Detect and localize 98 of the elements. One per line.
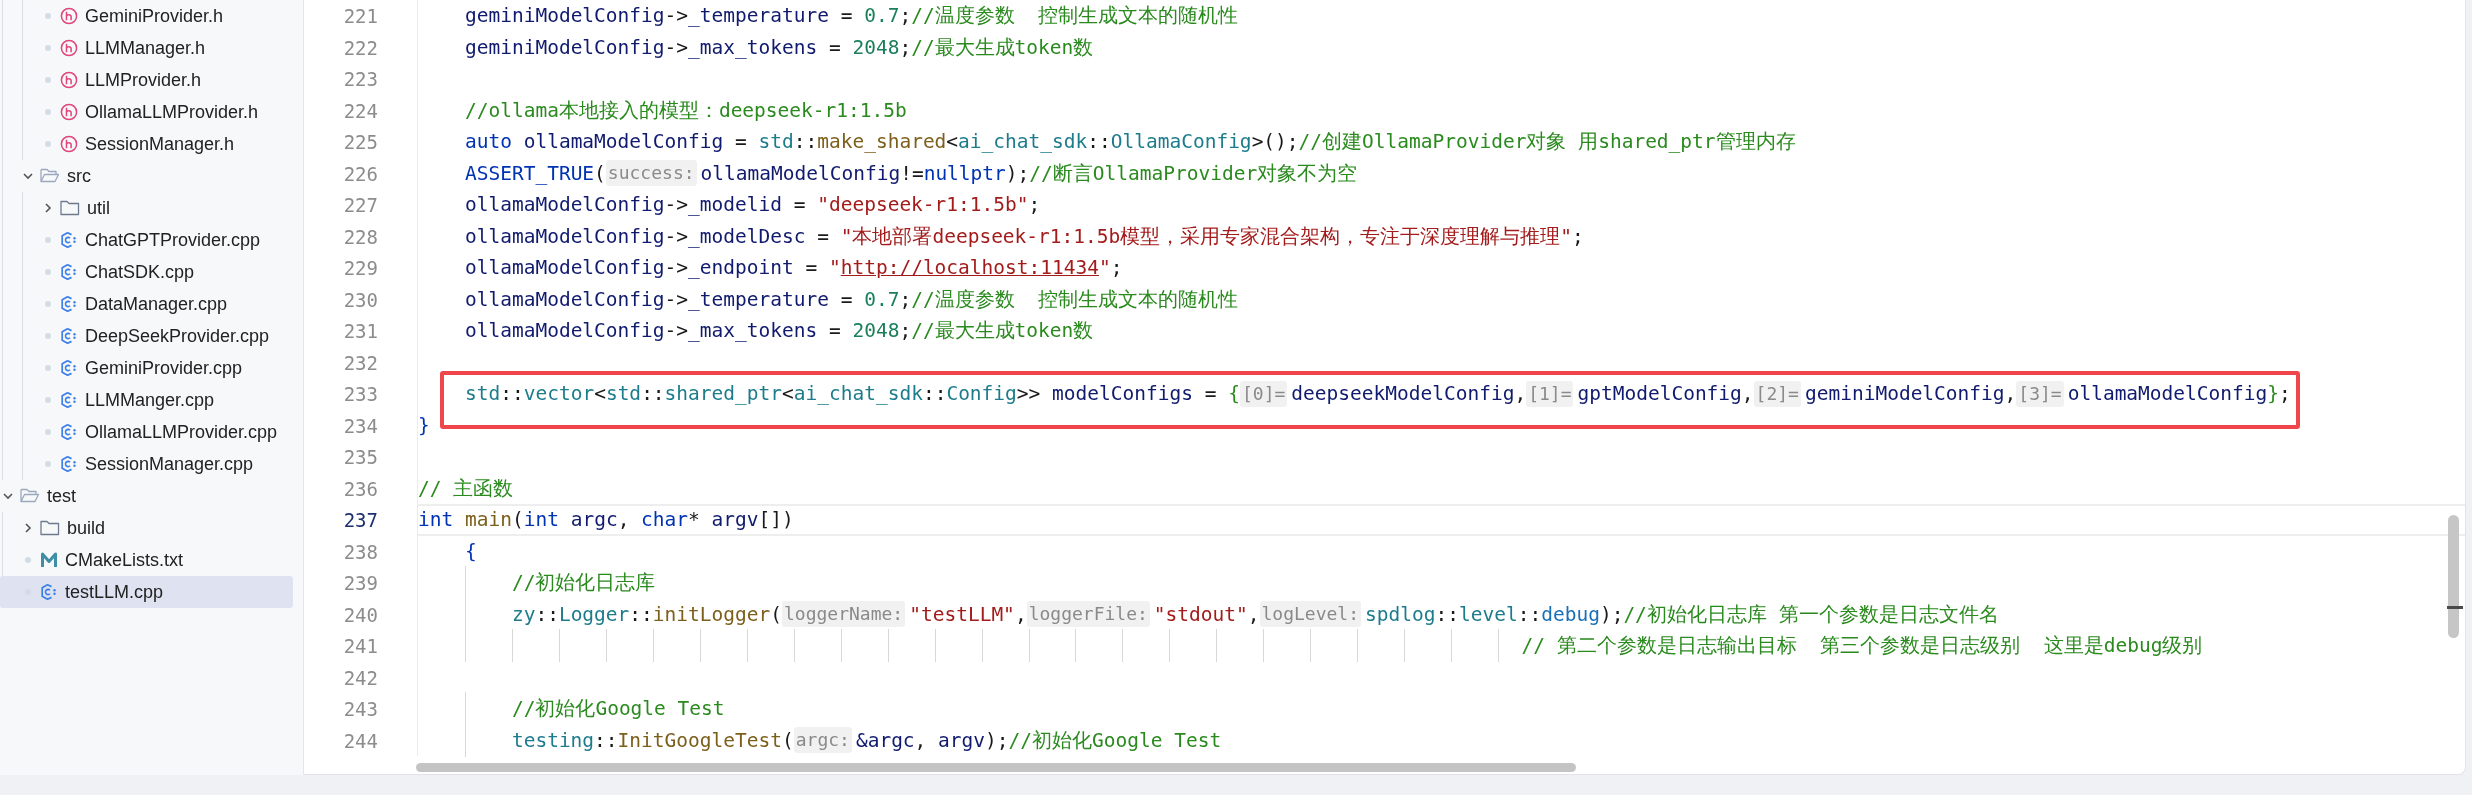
code-line: ollamaModelConfig->_modelid = "deepseek-r1:1.5b"; bbox=[418, 188, 1041, 222]
code-line: testing::InitGoogleTest(argc: &argc, argv);//初始化Google Test bbox=[418, 723, 1222, 757]
line-number: 239 bbox=[342, 571, 378, 596]
code-line: ollamaModelConfig->_max_tokens = 2048;//最大生成token数 bbox=[418, 314, 1094, 348]
code-line: ollamaModelConfig->_endpoint = "http://localhost:11434"; bbox=[418, 251, 1123, 285]
line-number: 224 bbox=[342, 98, 378, 124]
code-line: // 主函数 bbox=[418, 475, 514, 502]
line-number: 237 bbox=[342, 508, 378, 533]
cpp-file-icon bbox=[40, 583, 58, 601]
header-file-icon bbox=[60, 103, 78, 121]
line-number: 241 bbox=[342, 634, 378, 659]
code-line: //ollama本地接入的模型：deepseek-r1:1.5b bbox=[418, 93, 907, 127]
header-file-icon bbox=[60, 71, 78, 89]
code-line: } bbox=[418, 412, 430, 439]
line-number: 225 bbox=[342, 130, 378, 155]
tree-item[interactable]: ChatSDK.cpp bbox=[0, 256, 293, 288]
tree-item[interactable]: LLMManger.cpp bbox=[0, 384, 293, 416]
dot-icon bbox=[44, 332, 52, 340]
code-line: { bbox=[418, 534, 477, 568]
code-line: ollamaModelConfig->_temperature = 0.7;//温度参数 控制生成文本的随机性 bbox=[418, 282, 1239, 316]
tree-item[interactable]: LLMProvider.h bbox=[0, 64, 293, 96]
cpp-file-icon bbox=[60, 295, 78, 313]
tree-item[interactable]: CMakeLists.txt bbox=[0, 544, 293, 576]
line-number: 233 bbox=[342, 382, 378, 407]
horizontal-scrollbar[interactable] bbox=[416, 763, 1576, 772]
line-number: 243 bbox=[342, 697, 378, 722]
tree-item[interactable]: GeminiProvider.cpp bbox=[0, 352, 293, 384]
line-number: 236 bbox=[342, 476, 378, 502]
dot-icon bbox=[44, 236, 52, 244]
line-number: 232 bbox=[342, 350, 378, 376]
cpp-file-icon bbox=[60, 327, 78, 345]
dot-icon bbox=[44, 140, 52, 148]
header-file-icon bbox=[60, 135, 78, 153]
dot-icon bbox=[44, 460, 52, 468]
tree-item[interactable]: DeepSeekProvider.cpp bbox=[0, 320, 293, 352]
code-line: auto ollamaModelConfig = std::make_shared<ai_chat_sdk::OllamaConfig>();//创建OllamaProvider对象 用shared_ptr管理内存 bbox=[418, 125, 1796, 159]
code-line: int main(int argc, char* argv[]) bbox=[418, 507, 794, 534]
header-file-icon bbox=[60, 7, 78, 25]
line-number: 240 bbox=[342, 602, 378, 628]
tree-item[interactable]: build bbox=[0, 512, 293, 544]
tree-item[interactable]: DataManager.cpp bbox=[0, 288, 293, 320]
line-number: 242 bbox=[342, 665, 378, 691]
position-marker bbox=[2447, 606, 2463, 609]
tree-item[interactable]: SessionManager.cpp bbox=[0, 448, 293, 480]
tree-item[interactable]: util bbox=[0, 192, 293, 224]
cpp-file-icon bbox=[60, 423, 78, 441]
tree-item[interactable]: testLLM.cpp bbox=[0, 576, 293, 608]
line-number: 228 bbox=[342, 224, 378, 250]
tree-item[interactable]: test bbox=[0, 480, 293, 512]
code-line: //初始化Google Test bbox=[418, 692, 725, 726]
line-number: 234 bbox=[342, 413, 378, 439]
folder-icon bbox=[40, 520, 60, 536]
line-number: 221 bbox=[342, 4, 378, 29]
dot-icon bbox=[44, 268, 52, 276]
folder-open-icon bbox=[40, 168, 60, 184]
line-number: 226 bbox=[342, 161, 378, 187]
cpp-file-icon bbox=[60, 231, 78, 249]
cmake-file-icon bbox=[40, 551, 58, 569]
cpp-file-icon bbox=[60, 391, 78, 409]
dot-icon bbox=[44, 300, 52, 308]
dot-icon bbox=[44, 12, 52, 20]
folder-open-icon bbox=[20, 488, 40, 504]
line-number: 235 bbox=[342, 445, 378, 470]
cpp-file-icon bbox=[60, 455, 78, 473]
dot-icon bbox=[24, 556, 32, 564]
line-number: 229 bbox=[342, 256, 378, 281]
line-number: 238 bbox=[342, 539, 378, 565]
tree-item[interactable]: src bbox=[0, 160, 293, 192]
line-number: 223 bbox=[342, 67, 378, 92]
line-number: 244 bbox=[342, 728, 378, 754]
cpp-file-icon bbox=[60, 359, 78, 377]
line-number: 222 bbox=[342, 35, 378, 61]
dot-icon bbox=[44, 428, 52, 436]
tree-item[interactable]: GeminiProvider.h bbox=[0, 0, 293, 32]
dot-icon bbox=[44, 364, 52, 372]
code-line: std::vector<std::shared_ptr<ai_chat_sdk::Config>> modelConfigs = {[0]= deepseekModelConfig,[1]= gptModelConfig,[2]= geminiModelConfig,[3]= ollamaModelConfig}; bbox=[418, 377, 2291, 411]
code-line: ollamaModelConfig->_modelDesc = "本地部署deepseek-r1:1.5b模型，采用专家混合架构，专注于深度理解与推理"; bbox=[418, 219, 1584, 253]
tree-item[interactable]: ChatGPTProvider.cpp bbox=[0, 224, 293, 256]
folder-icon bbox=[60, 200, 80, 216]
tree-item[interactable]: SessionManager.h bbox=[0, 128, 293, 160]
code-line: zy::Logger::initLogger(loggerName: "testLLM",loggerFile: "stdout",logLevel: spdlog::level::debug);//初始化日志库 第一个参数是日志文件名 bbox=[418, 597, 1999, 631]
cpp-file-icon bbox=[60, 263, 78, 281]
dot-icon bbox=[44, 44, 52, 52]
header-file-icon bbox=[60, 39, 78, 57]
dot-icon bbox=[44, 108, 52, 116]
line-number: 230 bbox=[342, 287, 378, 313]
line-number: 231 bbox=[342, 319, 378, 344]
code-line: geminiModelConfig->_max_tokens = 2048;//最大生成token数 bbox=[418, 30, 1094, 64]
dot-icon bbox=[44, 396, 52, 404]
code-line: ASSERT_TRUE(success: ollamaModelConfig!=nullptr);//断言OllamaProvider对象不为空 bbox=[418, 156, 1358, 190]
code-line: //初始化日志库 bbox=[418, 566, 656, 600]
tree-item[interactable]: OllamaLLMProvider.h bbox=[0, 96, 293, 128]
vertical-scrollbar[interactable] bbox=[2448, 515, 2459, 638]
tree-item[interactable]: OllamaLLMProvider.cpp bbox=[0, 416, 293, 448]
tree-item[interactable]: LLMManager.h bbox=[0, 32, 293, 64]
code-line: geminiModelConfig->_temperature = 0.7;//温度参数 控制生成文本的随机性 bbox=[418, 0, 1239, 33]
dot-icon bbox=[44, 76, 52, 84]
line-number: 227 bbox=[342, 193, 378, 218]
